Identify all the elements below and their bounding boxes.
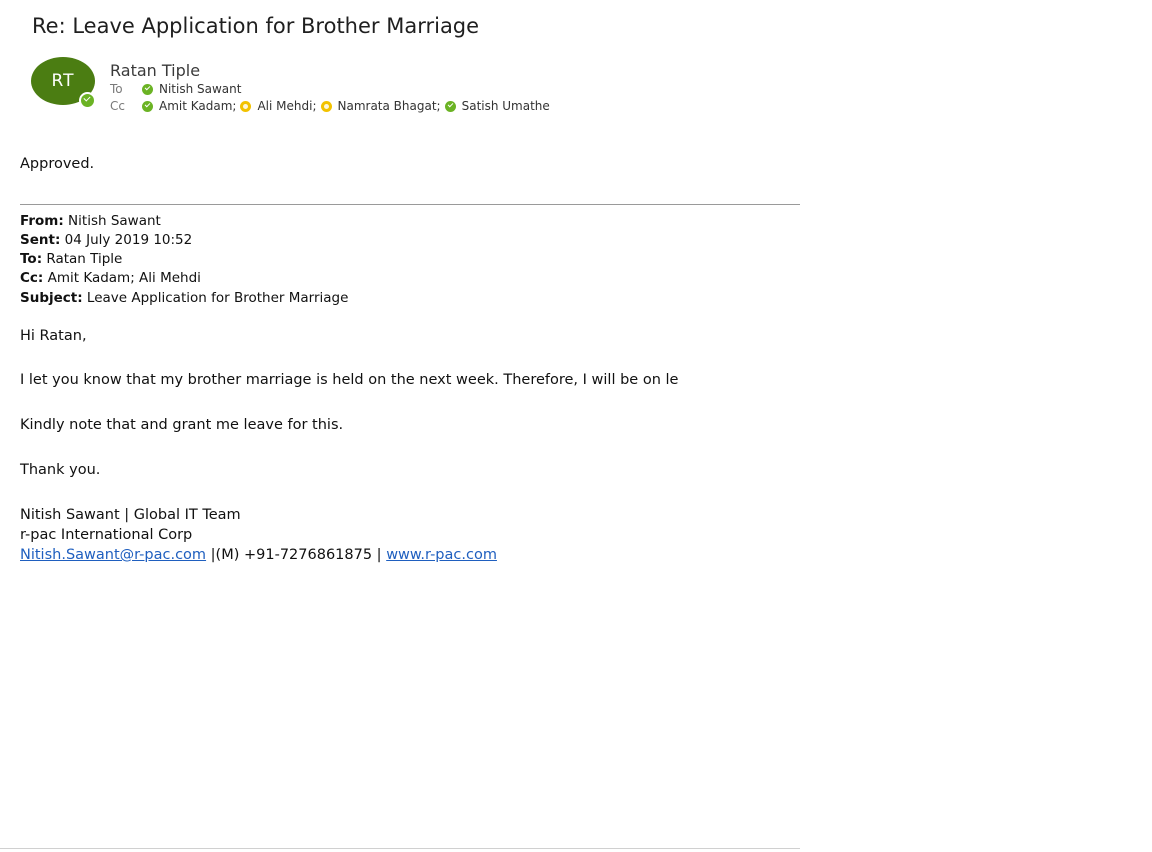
quoted-message-divider bbox=[20, 204, 800, 205]
quoted-to-value: Ratan Tiple bbox=[42, 251, 123, 267]
green-check-presence-icon bbox=[444, 100, 456, 112]
quoted-cc: Cc: Amit Kadam; Ali Mehdi bbox=[20, 270, 201, 286]
signature-name-team: Nitish Sawant | Global IT Team bbox=[20, 507, 241, 523]
quoted-cc-value: Amit Kadam; Ali Mehdi bbox=[43, 270, 201, 286]
signature-email-link[interactable]: Nitish.Sawant@r-pac.com bbox=[20, 547, 206, 563]
to-recipients: To Nitish Sawant bbox=[110, 82, 245, 96]
pane-bottom-border bbox=[0, 848, 800, 849]
quoted-sent-label: Sent: bbox=[20, 232, 61, 248]
recipient-name: Amit Kadam; bbox=[159, 99, 237, 113]
quoted-subject-label: Subject: bbox=[20, 290, 83, 306]
quoted-subject-value: Leave Application for Brother Marriage bbox=[82, 290, 349, 306]
quoted-closing: Thank you. bbox=[20, 462, 101, 478]
quoted-paragraph-2: Kindly note that and grant me leave for … bbox=[20, 417, 344, 433]
recipient-name: Satish Umathe bbox=[461, 99, 550, 113]
cc-recipient-ali-mehdi[interactable]: Ali Mehdi; bbox=[240, 99, 317, 113]
quoted-from: From: Nitish Sawant bbox=[20, 213, 161, 229]
quoted-to-label: To: bbox=[20, 251, 43, 267]
signature-website-link[interactable]: www.r-pac.com bbox=[386, 547, 497, 563]
quoted-cc-label: Cc: bbox=[20, 270, 44, 286]
quoted-paragraph-1: I let you know that my brother marriage … bbox=[20, 372, 679, 388]
yellow-clock-presence-icon bbox=[240, 100, 252, 112]
cc-recipient-satish-umathe[interactable]: Satish Umathe bbox=[444, 99, 550, 113]
recipient-nitish-sawant[interactable]: Nitish Sawant bbox=[142, 82, 241, 96]
quoted-paragraph-clip: I let you know that my brother marriage … bbox=[20, 372, 800, 394]
recipient-name: Nitish Sawant bbox=[159, 82, 242, 96]
email-reading-pane: Re: Leave Application for Brother Marria… bbox=[0, 0, 1152, 852]
quoted-subject: Subject: Leave Application for Brother M… bbox=[20, 290, 348, 306]
recipient-name: Namrata Bhagat; bbox=[337, 99, 441, 113]
sender-name[interactable]: Ratan Tiple bbox=[110, 61, 200, 80]
quoted-from-value: Nitish Sawant bbox=[63, 213, 161, 229]
signature-phone: |(M) +91-7276861875 | bbox=[206, 547, 387, 563]
quoted-to: To: Ratan Tiple bbox=[20, 251, 122, 267]
to-label: To bbox=[110, 82, 123, 96]
cc-recipients: Cc Amit Kadam; Ali Mehdi; Namrata Bhagat… bbox=[110, 99, 554, 113]
signature-company: r-pac International Corp bbox=[20, 527, 193, 543]
green-check-presence-icon bbox=[142, 100, 153, 112]
reply-body: Approved. bbox=[20, 156, 95, 172]
avatar-initials: RT bbox=[51, 71, 75, 91]
quoted-from-label: From: bbox=[20, 213, 64, 229]
cc-recipient-amit-kadam[interactable]: Amit Kadam; bbox=[142, 99, 236, 113]
email-subject: Re: Leave Application for Brother Marria… bbox=[32, 14, 480, 38]
cc-label: Cc bbox=[110, 99, 125, 113]
cc-recipient-namrata-bhagat[interactable]: Namrata Bhagat; bbox=[320, 99, 441, 113]
green-check-presence-icon bbox=[142, 83, 153, 95]
checkmark-presence-icon bbox=[79, 92, 96, 109]
yellow-clock-presence-icon bbox=[320, 100, 332, 112]
quoted-greeting: Hi Ratan, bbox=[20, 328, 87, 344]
recipient-name: Ali Mehdi; bbox=[257, 99, 317, 113]
quoted-sent-value: 04 July 2019 10:52 bbox=[60, 232, 193, 248]
quoted-sent: Sent: 04 July 2019 10:52 bbox=[20, 232, 192, 248]
signature-contact: Nitish.Sawant@r-pac.com |(M) +91-7276861… bbox=[20, 547, 497, 563]
